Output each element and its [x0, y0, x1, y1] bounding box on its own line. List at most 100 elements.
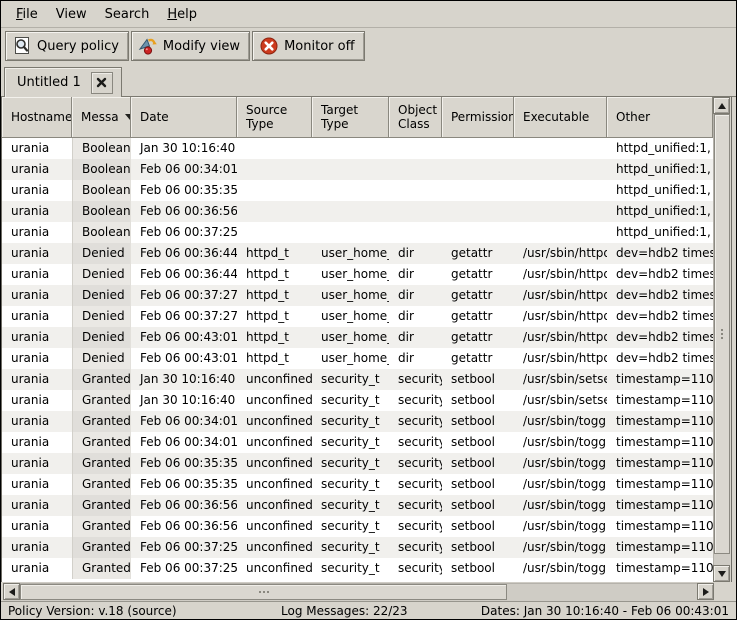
table-row[interactable]: uraniaDeniedFeb 06 00:37:27httpd_tuser_h…	[2, 306, 713, 327]
cell-date: Feb 06 00:36:44	[131, 264, 237, 285]
cell-source-type: httpd_t	[237, 306, 312, 327]
cell-date: Feb 06 00:37:27	[131, 285, 237, 306]
cell-source-type: unconfined_	[237, 474, 312, 495]
cell-target-type: security_t	[312, 537, 389, 558]
table-row[interactable]: uraniaGrantedFeb 06 00:35:35unconfined_s…	[2, 453, 713, 474]
column-header-hostname[interactable]: Hostname	[2, 97, 72, 138]
policy-version-status: Policy Version: v.18 (source)	[8, 604, 281, 618]
horizontal-scrollbar-row	[1, 582, 736, 601]
cell-hostname: urania	[2, 390, 72, 411]
cell-other: timestamp=11076	[607, 411, 713, 432]
cell-message: Denied	[72, 327, 131, 348]
vertical-scroll-track[interactable]	[713, 114, 730, 565]
table-row[interactable]: uraniaDeniedFeb 06 00:37:27httpd_tuser_h…	[2, 285, 713, 306]
table-row[interactable]: uraniaGrantedFeb 06 00:37:25unconfined_s…	[2, 558, 713, 579]
cell-other: dev=hdb2 timesta	[607, 306, 713, 327]
arrow-up-icon	[718, 103, 726, 109]
scroll-left-button[interactable]	[3, 583, 20, 600]
scroll-up-button[interactable]	[713, 97, 730, 114]
cell-executable: /usr/sbin/toggle	[514, 453, 607, 474]
column-header-object-class[interactable]: Object Class	[389, 97, 442, 138]
query-policy-button[interactable]: Query policy	[5, 31, 129, 61]
cell-object-class: security	[389, 516, 442, 537]
vertical-scroll-thumb[interactable]	[714, 114, 730, 554]
menu-help[interactable]: Help	[158, 4, 206, 25]
table-row[interactable]: uraniaGrantedFeb 06 00:34:01unconfined_s…	[2, 411, 713, 432]
cell-hostname: urania	[2, 516, 72, 537]
cell-object-class: security	[389, 411, 442, 432]
table-row[interactable]: uraniaBooleanFeb 06 00:37:25httpd_unifie…	[2, 222, 713, 243]
cell-executable: /usr/sbin/httpd	[514, 306, 607, 327]
column-header-message[interactable]: Messa	[72, 97, 131, 138]
cell-hostname: urania	[2, 327, 72, 348]
column-header-date[interactable]: Date	[131, 97, 237, 138]
menu-bar: File View Search Help	[1, 1, 736, 28]
table-row[interactable]: uraniaDeniedFeb 06 00:43:01httpd_tuser_h…	[2, 348, 713, 369]
cell-hostname: urania	[2, 285, 72, 306]
table-row[interactable]: uraniaGrantedFeb 06 00:36:56unconfined_s…	[2, 516, 713, 537]
table-row[interactable]: uraniaGrantedFeb 06 00:34:01unconfined_s…	[2, 432, 713, 453]
modify-view-button[interactable]: Modify view	[131, 31, 250, 61]
cell-executable	[514, 180, 607, 201]
horizontal-scroll-track[interactable]	[20, 583, 697, 600]
cell-message: Denied	[72, 348, 131, 369]
menu-view[interactable]: View	[47, 4, 96, 25]
table-row[interactable]: uraniaBooleanJan 30 10:16:40httpd_unifie…	[2, 138, 713, 159]
scroll-right-button[interactable]	[697, 583, 714, 600]
cell-target-type: security_t	[312, 495, 389, 516]
cell-date: Feb 06 00:36:56	[131, 201, 237, 222]
cell-target-type: user_home_	[312, 327, 389, 348]
cell-target-type: security_t	[312, 558, 389, 579]
cell-source-type: unconfined_	[237, 558, 312, 579]
cell-other: dev=hdb2 timesta	[607, 243, 713, 264]
table-row[interactable]: uraniaDeniedFeb 06 00:36:44httpd_tuser_h…	[2, 264, 713, 285]
column-header-source-type[interactable]: Source Type	[237, 97, 312, 138]
table-row[interactable]: uraniaGrantedJan 30 10:16:40unconfined_s…	[2, 390, 713, 411]
cell-other: timestamp=11071	[607, 390, 713, 411]
cell-date: Feb 06 00:43:01	[131, 348, 237, 369]
arrow-down-icon	[718, 571, 726, 577]
menu-search[interactable]: Search	[96, 4, 159, 25]
column-header-executable[interactable]: Executable	[514, 97, 607, 138]
cell-target-type: user_home_	[312, 243, 389, 264]
cell-message: Denied	[72, 285, 131, 306]
cell-other: timestamp=11076	[607, 474, 713, 495]
log-messages-status: Log Messages: 22/23	[281, 604, 408, 618]
cell-other: httpd_unified:1, h	[607, 180, 713, 201]
column-header-other[interactable]: Other	[607, 97, 713, 138]
table-row[interactable]: uraniaBooleanFeb 06 00:36:56httpd_unifie…	[2, 201, 713, 222]
cell-object-class: dir	[389, 243, 442, 264]
table-row[interactable]: uraniaDeniedFeb 06 00:43:01httpd_tuser_h…	[2, 327, 713, 348]
cell-executable: /usr/sbin/httpd	[514, 327, 607, 348]
cell-message: Boolean	[72, 180, 131, 201]
scroll-down-button[interactable]	[713, 565, 730, 582]
table-row[interactable]: uraniaGrantedJan 30 10:16:40unconfined_s…	[2, 369, 713, 390]
horizontal-scroll-thumb[interactable]	[20, 584, 507, 600]
table-row[interactable]: uraniaBooleanFeb 06 00:34:01httpd_unifie…	[2, 159, 713, 180]
cell-date: Feb 06 00:37:27	[131, 306, 237, 327]
table-row[interactable]: uraniaBooleanFeb 06 00:35:35httpd_unifie…	[2, 180, 713, 201]
column-header-target-type[interactable]: Target Type	[312, 97, 389, 138]
cell-hostname: urania	[2, 369, 72, 390]
cell-object-class: dir	[389, 348, 442, 369]
cell-date: Jan 30 10:16:40	[131, 390, 237, 411]
cell-executable: /usr/sbin/toggle	[514, 411, 607, 432]
cell-executable: /usr/sbin/toggle	[514, 516, 607, 537]
tab-untitled-1[interactable]: Untitled 1	[4, 67, 122, 97]
table-row[interactable]: uraniaGrantedFeb 06 00:35:35unconfined_s…	[2, 474, 713, 495]
cell-source-type	[237, 180, 312, 201]
scrollbar-corner	[714, 582, 731, 601]
table-row[interactable]: uraniaDeniedFeb 06 00:36:44httpd_tuser_h…	[2, 243, 713, 264]
cell-other: timestamp=11076	[607, 558, 713, 579]
tab-close-button[interactable]	[91, 72, 113, 94]
monitor-off-button[interactable]: Monitor off	[252, 31, 364, 61]
table-row[interactable]: uraniaGrantedFeb 06 00:36:56unconfined_s…	[2, 495, 713, 516]
table-row[interactable]: uraniaGrantedFeb 06 00:37:25unconfined_s…	[2, 537, 713, 558]
menu-file[interactable]: File	[7, 4, 47, 25]
cell-target-type: user_home_	[312, 285, 389, 306]
cell-object-class	[389, 159, 442, 180]
cell-permission	[442, 180, 514, 201]
column-header-permission[interactable]: Permission	[442, 97, 514, 138]
cell-hostname: urania	[2, 453, 72, 474]
cell-source-type	[237, 222, 312, 243]
